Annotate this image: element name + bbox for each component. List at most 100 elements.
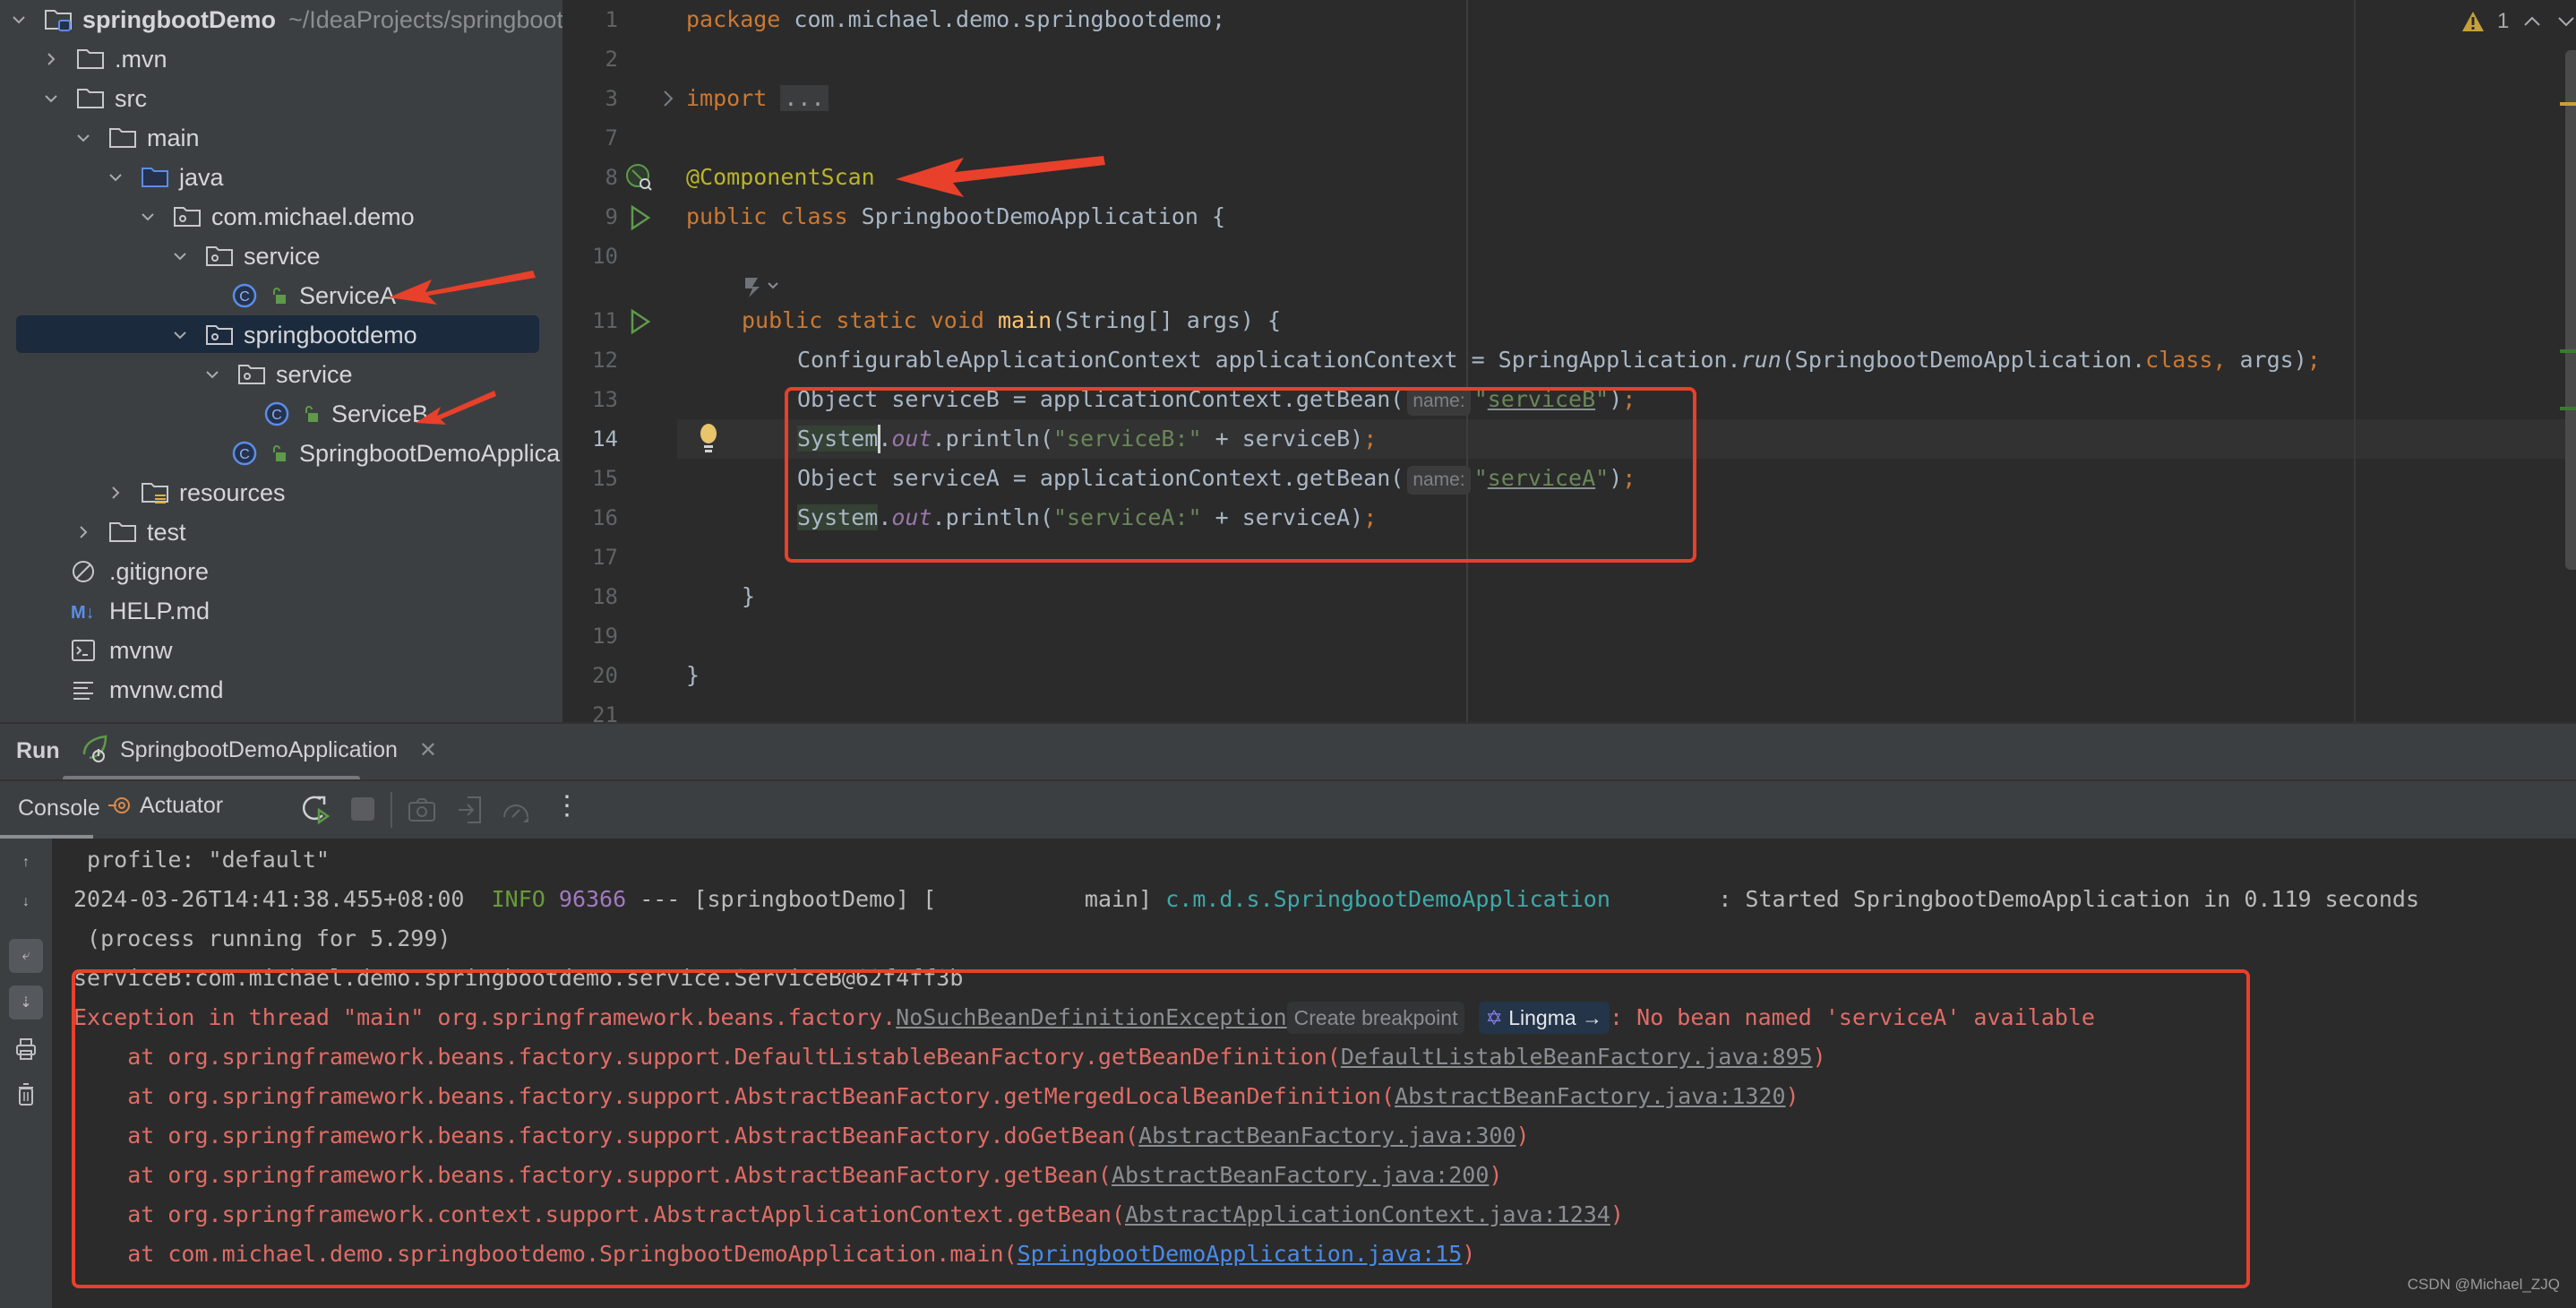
chevron-down-icon[interactable] [168, 323, 192, 347]
scroll-down-icon[interactable]: ↓ [9, 885, 43, 919]
editor-scrollbar[interactable] [2565, 50, 2576, 570]
code-line-11[interactable]: public static void main(String[] args) { [742, 301, 1281, 340]
line-number: 18 [592, 584, 618, 609]
tree-item-src[interactable]: src [39, 79, 147, 118]
scroll-to-end-icon[interactable]: ⇣ [9, 985, 43, 1020]
line-number: 3 [605, 86, 618, 111]
tab-actuator[interactable]: Actuator [107, 792, 223, 819]
tree-item-service-b-pkg[interactable]: service [201, 355, 353, 394]
keyword: public static void [742, 307, 984, 333]
previous-issue-icon[interactable] [2521, 13, 2543, 30]
line-number: 11 [592, 308, 618, 333]
tree-item-label: springbootDemo [82, 5, 276, 33]
run-gutter-icon[interactable] [629, 204, 652, 231]
spring-bean-scan-icon[interactable] [625, 163, 654, 192]
chevron-down-icon[interactable] [136, 205, 159, 228]
code-text: com.michael.demo.springbootdemo; [780, 6, 1226, 32]
log-timestamp: 2024-03-26T14:41:38.455+08:00 [73, 886, 465, 912]
chevron-down-icon[interactable] [104, 166, 127, 189]
folder-icon [75, 85, 106, 112]
tree-item-label: mvnw.cmd [109, 676, 224, 703]
change-marker[interactable] [2560, 407, 2576, 410]
tree-item-test[interactable]: test [72, 512, 186, 552]
next-issue-icon[interactable] [2555, 13, 2576, 30]
stop-icon[interactable] [351, 797, 374, 821]
tree-item-path: ~/IdeaProjects/springboot [288, 5, 562, 33]
code-text: args) [2226, 347, 2307, 373]
svg-text:C: C [239, 289, 250, 305]
chevron-down-icon[interactable] [39, 87, 63, 110]
fold-chevron-icon[interactable] [661, 88, 675, 109]
tree-item-mvn[interactable]: .mvn [39, 39, 167, 79]
module-folder-icon [43, 6, 73, 33]
tree-item-main-class[interactable]: C SpringbootDemoApplica [231, 434, 560, 473]
run-tool-window-header: Run SpringbootDemoApplication ✕ [0, 722, 2576, 781]
chevron-down-icon[interactable] [72, 126, 95, 150]
tree-item-label: .gitignore [109, 557, 210, 585]
line-number: 16 [592, 505, 618, 530]
code-line-3[interactable]: import ... [686, 79, 829, 118]
tree-item-gitignore[interactable]: .gitignore [70, 552, 209, 591]
ignore-file-icon [70, 558, 100, 585]
close-tab-icon[interactable]: ✕ [419, 737, 437, 763]
annotation-arrow-icon [896, 156, 1105, 197]
code-line-12[interactable]: ConfigurableApplicationContext applicati… [797, 340, 2321, 380]
inspections-widget[interactable]: 1 [2461, 9, 2576, 34]
change-marker[interactable] [2560, 349, 2576, 353]
tree-item-label: mvnw [109, 636, 173, 664]
tree-item-service-b[interactable]: C ServiceB [263, 394, 428, 434]
run-gutter-icon[interactable] [629, 308, 652, 335]
chevron-down-icon[interactable] [201, 363, 224, 386]
tree-item-mvnw[interactable]: mvnw [70, 631, 173, 670]
tree-item-resources[interactable]: resources [104, 473, 286, 512]
code-line-8[interactable]: @ComponentScan [686, 158, 875, 197]
svg-text:C: C [271, 408, 282, 423]
import-icon[interactable] [455, 794, 484, 826]
clear-all-icon[interactable] [9, 1077, 43, 1111]
camera-icon[interactable] [407, 796, 437, 824]
public-lock-icon [273, 445, 286, 461]
folder-icon [75, 46, 106, 73]
chevron-right-icon[interactable] [104, 481, 127, 504]
scroll-up-icon[interactable]: ↑ [9, 846, 43, 880]
code-line-18[interactable]: } [742, 577, 755, 616]
keyword: package [686, 6, 781, 32]
package-icon [204, 322, 235, 349]
tree-item-service-a[interactable]: C ServiceA [231, 276, 396, 315]
rerun-icon[interactable] [299, 794, 331, 826]
console-log-line: 2024-03-26T14:41:38.455+08:00 INFO 96366… [73, 880, 2419, 919]
code-editor[interactable]: 1 2 3 7 8 9 10 11 12 13 14 15 16 17 18 1… [562, 0, 2576, 722]
tree-item-package[interactable]: com.michael.demo [136, 197, 415, 237]
warning-marker[interactable] [2560, 102, 2576, 106]
code-line-1[interactable]: package com.michael.demo.springbootdemo; [686, 0, 1225, 39]
ai-assistant-inline-icon[interactable] [742, 272, 786, 299]
log-logger: c.m.d.s.SpringbootDemoApplication [1165, 886, 1610, 912]
line-number: 2 [605, 47, 618, 72]
run-config-tab[interactable]: SpringbootDemoApplication ✕ [81, 735, 437, 765]
chevron-right-icon[interactable] [39, 47, 63, 71]
tree-item-help-md[interactable]: M↓ HELP.md [70, 591, 210, 631]
soft-wrap-icon[interactable]: ⤶ [9, 939, 43, 973]
profiler-icon[interactable] [500, 794, 532, 826]
annotation: @ComponentScan [686, 164, 875, 190]
tree-item-main[interactable]: main [72, 118, 200, 158]
tree-item-mvnw-cmd[interactable]: mvnw.cmd [70, 670, 224, 710]
tree-item-label: .mvn [115, 45, 167, 73]
lightbulb-icon[interactable] [699, 423, 718, 455]
editor-gutter[interactable]: 1 2 3 7 8 9 10 11 12 13 14 15 16 17 18 1… [562, 0, 717, 722]
tree-item-springbootdemo-pkg[interactable]: springbootdemo [168, 315, 417, 355]
more-options-icon[interactable]: ⋮ [554, 790, 580, 822]
tree-item-root[interactable]: springbootDemo ~/IdeaProjects/springboot [7, 0, 562, 39]
console-output[interactable]: profile: "default" 2024-03-26T14:41:38.4… [52, 839, 2576, 1308]
tree-item-label: com.michael.demo [211, 202, 415, 230]
chevron-down-icon[interactable] [168, 245, 192, 268]
print-icon[interactable] [9, 1032, 43, 1066]
code-line-20[interactable]: } [686, 656, 700, 695]
spring-boot-run-icon [82, 735, 107, 762]
folded-imports[interactable]: ... [780, 85, 829, 111]
chevron-right-icon[interactable] [72, 521, 95, 544]
chevron-down-icon[interactable] [7, 8, 30, 31]
tree-item-java[interactable]: java [104, 158, 224, 197]
tab-console[interactable]: Console [18, 796, 100, 822]
tree-item-service-a-pkg[interactable]: service [168, 237, 321, 276]
